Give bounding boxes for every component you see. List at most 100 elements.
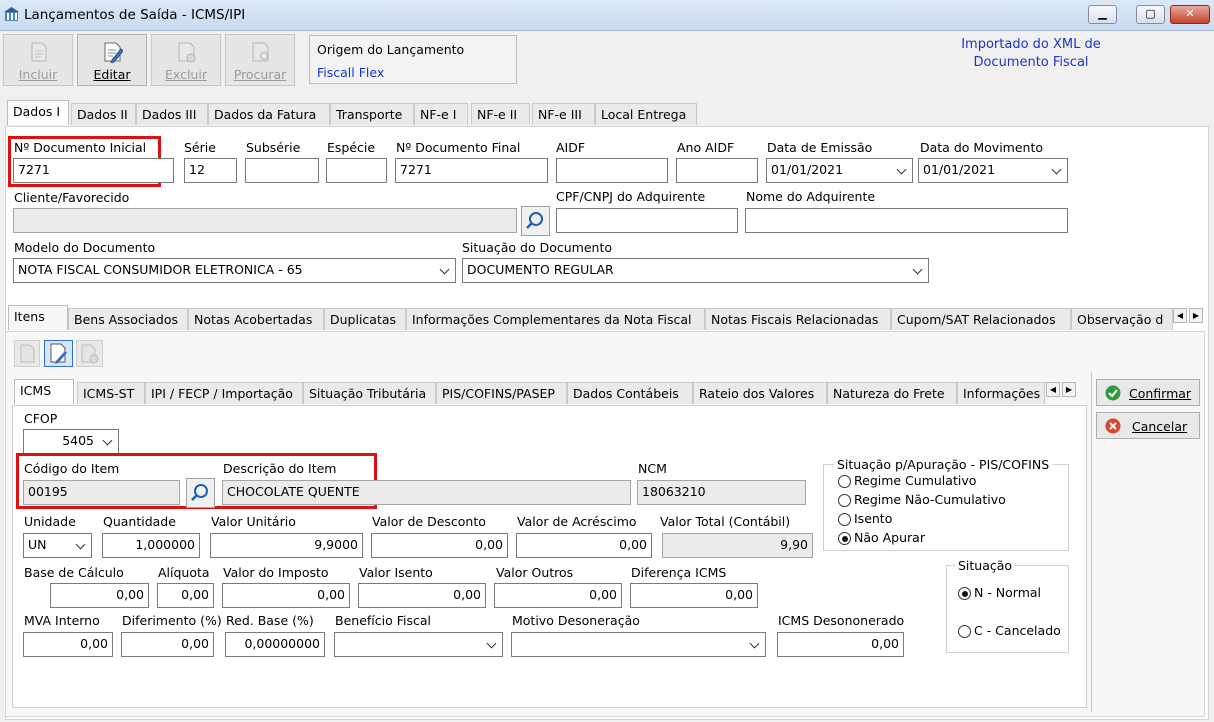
minimize-button[interactable]: ▁ bbox=[1088, 5, 1117, 24]
dif-input[interactable]: 0,00 bbox=[630, 583, 758, 608]
radio-cancelado[interactable] bbox=[958, 625, 971, 638]
sub-tabs-scroll-right[interactable]: ▶ bbox=[1189, 308, 1203, 323]
redbase-input[interactable]: 0,00000000 bbox=[225, 632, 325, 657]
tab-icms-st[interactable]: ICMS-ST bbox=[77, 382, 145, 404]
descricao-input[interactable]: CHOCOLATE QUENTE bbox=[222, 480, 631, 505]
diferimento-input[interactable]: 0,00 bbox=[121, 632, 214, 657]
tab-local-entrega[interactable]: Local Entrega bbox=[595, 103, 697, 125]
cpf-input[interactable] bbox=[556, 208, 738, 233]
emissao-date-picker[interactable]: 01/01/2021 bbox=[766, 158, 913, 183]
app-icon bbox=[4, 7, 19, 22]
acrescimo-input[interactable]: 0,00 bbox=[516, 533, 652, 558]
cancel-icon bbox=[1105, 418, 1121, 434]
item-delete-button[interactable] bbox=[76, 340, 103, 367]
tab-transporte[interactable]: Transporte bbox=[330, 103, 414, 125]
sub-tabs-scroll-left[interactable]: ◀ bbox=[1173, 308, 1187, 323]
modelo-select[interactable]: NOTA FISCAL CONSUMIDOR ELETRONICA - 65 bbox=[13, 258, 456, 283]
unidade-select[interactable]: UN bbox=[23, 533, 92, 558]
imposto-input[interactable]: 0,00 bbox=[222, 583, 350, 608]
base-input[interactable]: 0,00 bbox=[50, 583, 149, 608]
movimento-date-picker[interactable]: 01/01/2021 bbox=[918, 158, 1068, 183]
tab-rateio[interactable]: Rateio dos Valores bbox=[693, 382, 827, 404]
tab-dados-iii[interactable]: Dados III bbox=[136, 103, 208, 125]
serie-input[interactable]: 12 bbox=[184, 158, 237, 183]
mva-label: MVA Interno bbox=[24, 613, 100, 628]
cliente-search-button[interactable] bbox=[521, 206, 550, 236]
tab-icms[interactable]: ICMS bbox=[14, 379, 74, 404]
item-tabs-scroll-right[interactable]: ▶ bbox=[1062, 382, 1076, 397]
total-input[interactable]: 9,90 bbox=[662, 533, 813, 558]
confirmar-button[interactable]: Confirmar bbox=[1096, 379, 1200, 406]
tab-dados-ii[interactable]: Dados II bbox=[71, 103, 136, 125]
item-edit-button[interactable] bbox=[44, 340, 73, 367]
desconto-input[interactable]: 0,00 bbox=[371, 533, 508, 558]
radio-cancelado-label: C - Cancelado bbox=[974, 623, 1061, 638]
tab-dados-fatura[interactable]: Dados da Fatura bbox=[208, 103, 330, 125]
ncm-input[interactable]: 18063210 bbox=[637, 480, 806, 505]
close-button[interactable]: ✕ bbox=[1170, 5, 1210, 24]
motivo-select[interactable] bbox=[511, 632, 766, 657]
outros-input[interactable]: 0,00 bbox=[494, 583, 622, 608]
especie-input[interactable] bbox=[326, 158, 387, 183]
tab-dados-contabeis[interactable]: Dados Contábeis bbox=[567, 382, 693, 404]
cfop-select[interactable]: 5405 bbox=[23, 429, 119, 454]
tab-cupom-sat[interactable]: Cupom/SAT Relacionados bbox=[891, 308, 1071, 330]
situacao-group bbox=[946, 565, 1069, 653]
aidf-input[interactable] bbox=[556, 158, 668, 183]
unidade-label: Unidade bbox=[24, 514, 76, 529]
item-add-button[interactable] bbox=[14, 340, 40, 367]
num-inicial-input[interactable]: 7271 bbox=[13, 158, 174, 183]
tab-bens-associados[interactable]: Bens Associados bbox=[68, 308, 188, 330]
pis-cofins-title: Situação p/Apuração - PIS/COFINS bbox=[834, 457, 1053, 472]
beneficio-label: Benefício Fiscal bbox=[335, 613, 431, 628]
subserie-label: Subsérie bbox=[246, 140, 301, 155]
ncm-label: NCM bbox=[638, 461, 667, 476]
tab-itens[interactable]: Itens bbox=[8, 305, 68, 330]
editar-button[interactable]: Editar bbox=[77, 34, 147, 86]
tab-observacao[interactable]: Observação d bbox=[1071, 308, 1173, 330]
codigo-search-button[interactable] bbox=[186, 478, 215, 508]
tab-notas-acobertadas[interactable]: Notas Acobertadas bbox=[188, 308, 324, 330]
desonerado-input[interactable]: 0,00 bbox=[777, 632, 904, 657]
radio-isento[interactable] bbox=[838, 513, 851, 526]
tab-duplicatas[interactable]: Duplicatas bbox=[324, 308, 406, 330]
radio-nao-apurar[interactable] bbox=[838, 532, 851, 545]
tab-nfe-iii[interactable]: NF-e III bbox=[532, 103, 595, 125]
mva-input[interactable]: 0,00 bbox=[23, 632, 113, 657]
aliquota-input[interactable]: 0,00 bbox=[157, 583, 214, 608]
beneficio-select[interactable] bbox=[334, 632, 503, 657]
radio-regime-nao-cumulativo[interactable] bbox=[838, 494, 851, 507]
modelo-label: Modelo do Documento bbox=[14, 240, 156, 255]
tab-informacoes[interactable]: Informações bbox=[957, 382, 1045, 404]
check-icon bbox=[1105, 385, 1121, 401]
excluir-button[interactable]: Excluir bbox=[151, 34, 221, 86]
maximize-button[interactable]: ▢ bbox=[1136, 5, 1165, 24]
valor-unit-input[interactable]: 9,9000 bbox=[210, 533, 363, 558]
tab-nfe-i[interactable]: NF-e I bbox=[414, 103, 468, 125]
tab-notas-relacionadas[interactable]: Notas Fiscais Relacionadas bbox=[705, 308, 891, 330]
codigo-input[interactable]: 00195 bbox=[23, 480, 180, 505]
isento-input[interactable]: 0,00 bbox=[358, 583, 486, 608]
radio-normal[interactable] bbox=[958, 587, 971, 600]
item-tabs-scroll-left[interactable]: ◀ bbox=[1046, 382, 1060, 397]
situacao-doc-select[interactable]: DOCUMENTO REGULAR bbox=[462, 258, 929, 283]
tab-info-complementares[interactable]: Informações Complementares da Nota Fisca… bbox=[406, 308, 705, 330]
tab-dados-i[interactable]: Dados I bbox=[7, 100, 69, 125]
delete-item-icon bbox=[81, 344, 99, 364]
ano-aidf-input[interactable] bbox=[676, 158, 758, 183]
procurar-button[interactable]: Procurar bbox=[225, 34, 295, 86]
tab-natureza-frete[interactable]: Natureza do Frete bbox=[827, 382, 957, 404]
tab-ipi-fecp[interactable]: IPI / FECP / Importação bbox=[145, 382, 303, 404]
cliente-input[interactable] bbox=[13, 208, 517, 233]
cancelar-button[interactable]: Cancelar bbox=[1096, 412, 1200, 439]
nome-adq-input[interactable] bbox=[745, 208, 1068, 233]
quantidade-input[interactable]: 1,000000 bbox=[102, 533, 200, 558]
tab-nfe-ii[interactable]: NF-e II bbox=[471, 103, 530, 125]
radio-regime-cumulativo[interactable] bbox=[838, 475, 851, 488]
tab-pis-cofins[interactable]: PIS/COFINS/PASEP bbox=[436, 382, 567, 404]
num-final-input[interactable]: 7271 bbox=[395, 158, 548, 183]
incluir-button[interactable]: Incluir bbox=[3, 34, 73, 86]
total-label: Valor Total (Contábil) bbox=[660, 514, 791, 529]
subserie-input[interactable] bbox=[245, 158, 319, 183]
tab-situacao-tributaria[interactable]: Situação Tributária bbox=[303, 382, 436, 404]
